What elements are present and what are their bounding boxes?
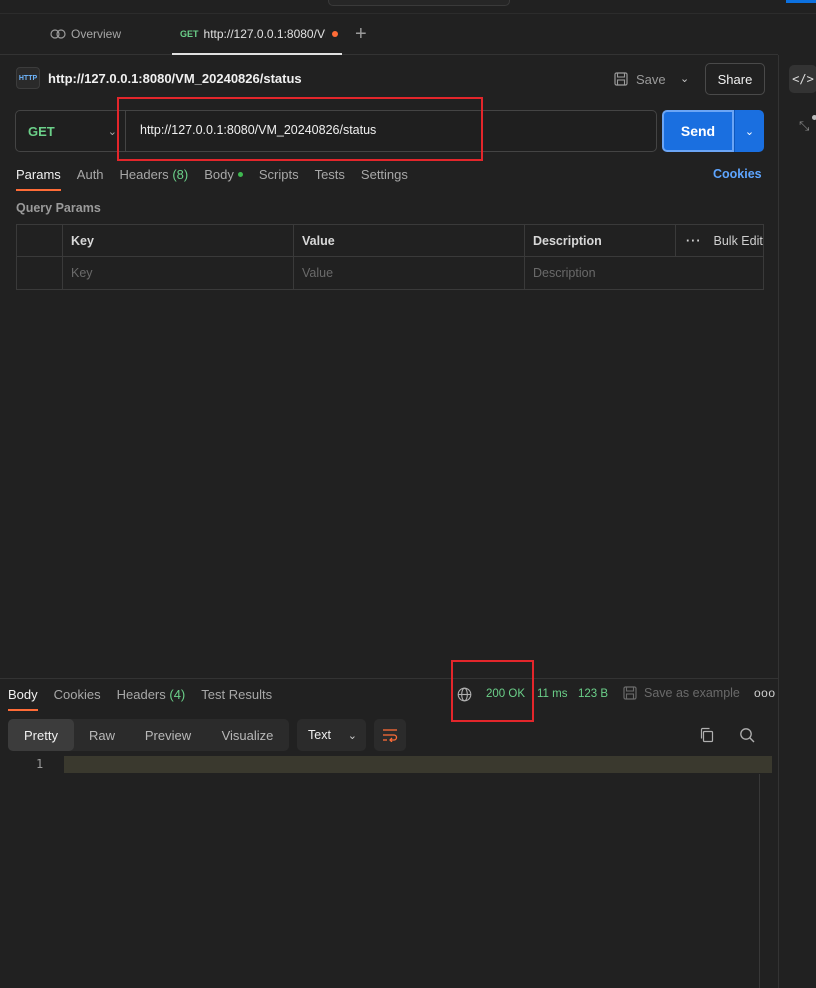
more-options-icon[interactable]: ··· <box>686 234 702 248</box>
view-raw-button[interactable]: Raw <box>74 719 130 751</box>
expand-arrow-icon[interactable]: ⤡ <box>799 118 809 134</box>
column-header-value: Value <box>293 225 525 257</box>
save-as-example-button[interactable]: Save as example <box>623 686 740 700</box>
title-bar <box>0 0 816 14</box>
cookies-link[interactable]: Cookies <box>713 167 762 181</box>
tab-scripts[interactable]: Scripts <box>259 167 299 191</box>
right-sidebar: </> ⤡ <box>778 55 816 988</box>
request-title[interactable]: http://127.0.0.1:8080/VM_20240826/status <box>48 71 302 86</box>
save-label: Save <box>636 71 666 87</box>
overview-icon <box>50 29 66 39</box>
description-input[interactable]: Description <box>524 257 764 289</box>
tab-overview[interactable]: Overview <box>50 14 121 54</box>
format-chevron-down-icon: ⌄ <box>347 729 357 742</box>
new-tab-button[interactable]: + <box>355 14 367 54</box>
body-indicator-dot-icon <box>237 172 243 177</box>
more-options-icon[interactable]: ooo <box>754 686 776 700</box>
tab-headers[interactable]: Headers (8) <box>120 167 189 191</box>
tab-settings[interactable]: Settings <box>361 167 408 191</box>
response-tabs: Body Cookies Headers (4) Test Results <box>8 687 288 711</box>
bulk-edit-button[interactable]: ··· Bulk Edit <box>675 225 765 257</box>
tab-overview-label: Overview <box>71 27 122 41</box>
accent-indicator <box>786 0 816 3</box>
view-visualize-button[interactable]: Visualize <box>206 719 289 751</box>
tab-body[interactable]: Body <box>204 167 243 191</box>
line-number: 1 <box>36 757 44 771</box>
query-params-label: Query Params <box>16 201 101 215</box>
copy-icon[interactable] <box>699 727 715 743</box>
save-as-example-label: Save as example <box>644 686 740 700</box>
wrap-lines-icon <box>383 729 398 742</box>
response-size[interactable]: 123 B <box>578 688 608 700</box>
send-button[interactable]: Send <box>662 110 734 152</box>
format-label: Text <box>308 728 331 742</box>
send-dropdown-chevron-icon[interactable]: ⌄ <box>734 110 764 152</box>
view-preview-button[interactable]: Preview <box>130 719 206 751</box>
tab-headers-count: (8) <box>172 167 189 182</box>
key-input[interactable]: Key <box>62 257 294 289</box>
code-icon[interactable]: </> <box>789 65 816 93</box>
request-tabs: Params Auth Headers (8) Body Scripts Tes… <box>16 167 424 191</box>
tab-request-label: http://127.0.0.1:8080/VM <box>203 26 326 41</box>
unsaved-dot-icon <box>331 30 338 37</box>
request-header: HTTP http://127.0.0.1:8080/VM_20240826/s… <box>16 63 766 95</box>
value-input[interactable]: Value <box>293 257 525 289</box>
tab-request[interactable]: GET http://127.0.0.1:8080/VM <box>172 14 342 55</box>
response-tab-cookies[interactable]: Cookies <box>54 687 101 711</box>
method-select[interactable]: GET ⌄ <box>16 111 126 151</box>
save-button[interactable]: Save <box>614 68 666 90</box>
response-body-editor[interactable] <box>64 756 772 773</box>
method-label: GET <box>28 123 55 139</box>
notification-dot-icon <box>812 115 816 120</box>
tab-params[interactable]: Params <box>16 167 61 191</box>
save-icon <box>623 686 637 700</box>
response-time[interactable]: 11 ms <box>537 688 567 700</box>
save-dropdown-chevron-icon[interactable]: ⌄ <box>680 72 689 85</box>
table-row: Key Value Description <box>17 257 763 289</box>
view-pretty-button[interactable]: Pretty <box>8 719 74 751</box>
tab-bar: Overview GET http://127.0.0.1:8080/VM + <box>0 14 778 55</box>
highlight-box-status <box>451 660 534 722</box>
tab-auth[interactable]: Auth <box>77 167 104 191</box>
response-tab-test-results[interactable]: Test Results <box>201 687 272 711</box>
query-params-table: Key Value Description ··· Bulk Edit Key … <box>16 224 764 290</box>
response-tab-body[interactable]: Body <box>8 687 38 711</box>
response-view-toggle: Pretty Raw Preview Visualize <box>8 719 289 751</box>
response-tab-headers-label: Headers <box>116 687 166 702</box>
response-tab-headers-count: (4) <box>169 687 186 702</box>
response-tab-headers[interactable]: Headers (4) <box>117 687 186 711</box>
response-divider[interactable] <box>0 678 778 679</box>
table-header-row: Key Value Description ··· Bulk Edit <box>17 225 763 257</box>
share-button[interactable]: Share <box>705 63 765 95</box>
tab-headers-label: Headers <box>119 167 169 182</box>
bulk-edit-label: Bulk Edit <box>713 234 763 248</box>
http-icon: HTTP <box>16 67 40 89</box>
column-header-key: Key <box>62 225 294 257</box>
tab-request-method: GET <box>180 28 199 39</box>
method-chevron-down-icon: ⌄ <box>107 125 117 138</box>
tab-tests[interactable]: Tests <box>315 167 345 191</box>
wrap-lines-button[interactable] <box>374 719 406 751</box>
search-icon[interactable] <box>739 727 755 743</box>
search-bar-edge[interactable] <box>328 0 510 6</box>
editor-scrollbar[interactable] <box>759 774 760 988</box>
highlight-box-url <box>117 97 483 161</box>
format-select[interactable]: Text ⌄ <box>297 719 366 751</box>
tab-body-label: Body <box>204 167 234 182</box>
save-icon <box>614 72 628 86</box>
